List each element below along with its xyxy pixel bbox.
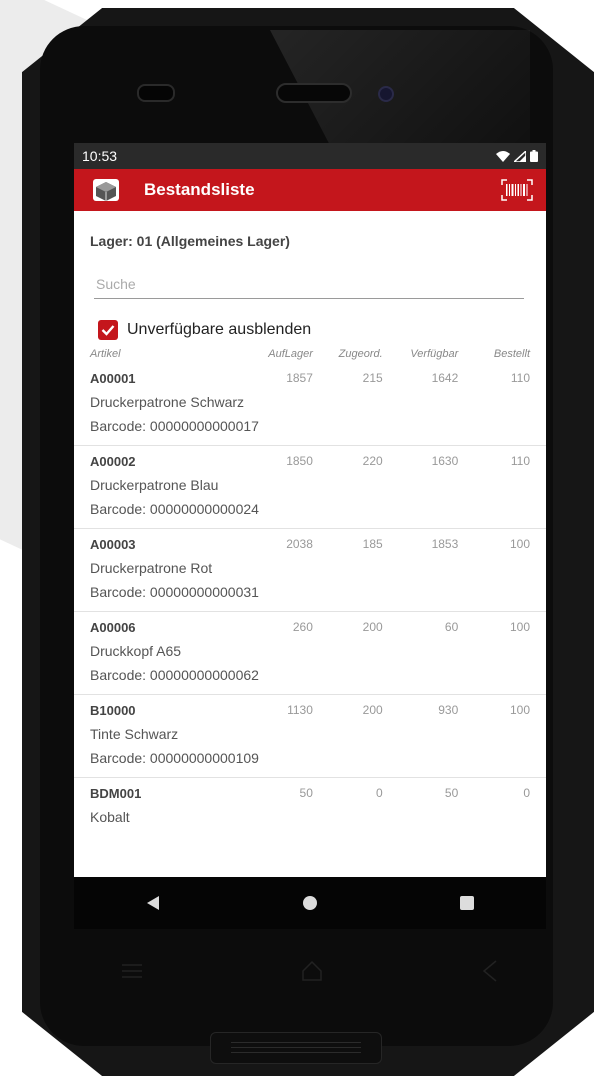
- bestellt-value: 110: [510, 371, 530, 385]
- auf-lager-value: 2038: [286, 537, 313, 551]
- article-barcode: Barcode: 00000000000024: [90, 501, 259, 517]
- checkbox-checked[interactable]: [98, 320, 118, 340]
- checkbox-label: Unverfügbare ausblenden: [127, 321, 312, 338]
- app-bar: Bestandsliste: [74, 169, 546, 211]
- article-code: BDM001: [90, 785, 142, 801]
- article-code: B10000: [90, 702, 136, 718]
- verfuegbar-value: 1642: [431, 371, 459, 385]
- earpiece-speaker: [276, 83, 352, 103]
- bestellt-value: 100: [509, 703, 530, 717]
- zugeordnet-value: 200: [362, 620, 383, 634]
- table-row[interactable]: B10000 1130 200 930 100 Tinte Schwarz Ba…: [74, 695, 546, 778]
- article-code: A00003: [90, 536, 136, 552]
- auf-lager-value: 50: [299, 786, 313, 800]
- phone-screen: 10:53 Bestandsliste Lager: 01 (Allgemein…: [74, 143, 546, 929]
- charging-port-cover: [210, 1032, 382, 1064]
- hardware-keys: [120, 955, 500, 991]
- app-title: Bestandsliste: [144, 180, 255, 199]
- article-name: Kobalt: [90, 809, 130, 825]
- verfuegbar-value: 1630: [431, 454, 459, 468]
- android-nav-bar: [74, 877, 546, 929]
- zugeordnet-value: 0: [376, 786, 383, 800]
- article-name: Druckerpatrone Blau: [90, 477, 219, 493]
- status-icons: [496, 150, 538, 162]
- recents-icon[interactable]: [447, 883, 487, 923]
- home-icon[interactable]: [290, 883, 330, 923]
- header-auf-lager: AufLager: [268, 348, 313, 360]
- bestellt-value: 110: [510, 454, 530, 468]
- article-barcode: Barcode: 00000000000031: [90, 584, 259, 600]
- bestellt-value: 100: [509, 620, 530, 634]
- auf-lager-value: 1130: [287, 703, 313, 717]
- header-zugeordnet: Zugeord.: [338, 348, 383, 360]
- article-code: A00006: [90, 619, 136, 635]
- verfuegbar-value: 60: [444, 620, 459, 634]
- wifi-icon: [496, 150, 510, 162]
- zugeordnet-value: 185: [362, 537, 383, 551]
- auf-lager-value: 260: [292, 620, 313, 634]
- table-row[interactable]: A00002 1850 220 1630 110 Druckerpatrone …: [74, 446, 546, 529]
- header-verfuegbar: Verfügbar: [410, 348, 459, 360]
- status-time: 10:53: [82, 148, 118, 164]
- table-row[interactable]: BDM001 50 0 50 0 Kobalt: [74, 778, 546, 861]
- lager-label: Lager: 01 (Allgemeines Lager): [90, 233, 290, 249]
- zugeordnet-value: 215: [362, 371, 383, 385]
- zugeordnet-value: 220: [362, 454, 383, 468]
- article-barcode: Barcode: 00000000000109: [90, 750, 259, 766]
- signal-icon: [514, 150, 526, 162]
- menu-key-icon[interactable]: [120, 961, 144, 986]
- search-field[interactable]: [94, 272, 526, 299]
- article-name: Druckkopf A65: [90, 643, 182, 659]
- article-name: Tinte Schwarz: [90, 726, 179, 742]
- article-barcode: Barcode: 00000000000017: [90, 418, 259, 434]
- bestellt-value: 100: [509, 537, 530, 551]
- article-name: Druckerpatrone Schwarz: [90, 394, 245, 410]
- battery-icon: [530, 150, 538, 162]
- verfuegbar-value: 930: [438, 703, 459, 717]
- barcode-scanner-icon[interactable]: [500, 178, 534, 202]
- sensor: [137, 84, 175, 102]
- article-code: A00002: [90, 453, 136, 469]
- back-key-icon[interactable]: [480, 959, 500, 988]
- home-key-icon[interactable]: [300, 959, 324, 988]
- table-row[interactable]: A00003 2038 185 1853 100 Druckerpatrone …: [74, 529, 546, 612]
- verfuegbar-value: 1853: [431, 537, 459, 551]
- content: Lager: 01 (Allgemeines Lager) Unverfügba…: [74, 211, 546, 861]
- header-artikel: Artikel: [90, 348, 121, 360]
- auf-lager-value: 1850: [286, 454, 313, 468]
- auf-lager-value: 1857: [286, 371, 313, 385]
- hide-unavailable-toggle[interactable]: Unverfügbare ausblenden: [98, 319, 546, 341]
- article-barcode: Barcode: 00000000000062: [90, 667, 259, 683]
- table-row[interactable]: A00006 260 200 60 100 Druckkopf A65 Barc…: [74, 612, 546, 695]
- article-name: Druckerpatrone Rot: [90, 560, 213, 576]
- article-code: A00001: [90, 370, 136, 386]
- front-camera: [378, 86, 394, 102]
- header-bestellt: Bestellt: [493, 348, 530, 360]
- status-bar: 10:53: [74, 143, 546, 169]
- zugeordnet-value: 200: [362, 703, 383, 717]
- bestellt-value: 0: [523, 786, 530, 800]
- warehouse-box-icon: [92, 177, 120, 203]
- check-icon: [101, 325, 115, 336]
- search-input[interactable]: [94, 272, 526, 296]
- back-icon[interactable]: [133, 883, 173, 923]
- table-row[interactable]: A00001 1857 215 1642 110 Druckerpatrone …: [74, 363, 546, 446]
- table-header: Artikel AufLager Zugeord. Verfügbar Best…: [74, 345, 546, 363]
- verfuegbar-value: 50: [444, 786, 459, 800]
